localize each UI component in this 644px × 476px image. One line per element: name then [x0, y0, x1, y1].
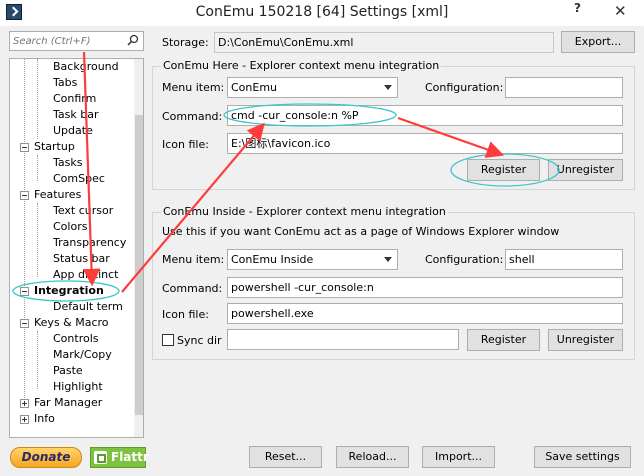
save-settings-button[interactable]: Save settings	[534, 446, 631, 468]
inside-configuration-field[interactable]: shell	[505, 249, 623, 270]
tree-guide-line	[37, 331, 38, 389]
register-button[interactable]: Register	[467, 159, 540, 181]
tree-item-highlight[interactable]: Highlight	[53, 379, 103, 395]
export-button[interactable]: Export...	[561, 31, 635, 53]
menu-item-label: Menu item:	[162, 81, 225, 94]
inside-icon-file-field[interactable]: powershell.exe	[227, 303, 623, 324]
tree-item-mark-copy[interactable]: Mark/Copy	[53, 347, 112, 363]
expand-icon[interactable]	[20, 399, 29, 408]
unregister-button[interactable]: Unregister	[548, 159, 623, 181]
settings-tree[interactable]: Background Tabs Confirm Task bar Update …	[9, 58, 144, 438]
icon-file-field[interactable]: E:\图标\favicon.ico	[227, 133, 623, 154]
title-bar: ConEmu 150218 [64] Settings [xml] ? ✕	[0, 0, 644, 26]
inside-menu-item-select[interactable]: ConEmu Inside	[227, 249, 398, 270]
tree-guide-line	[37, 155, 38, 181]
collapse-icon[interactable]	[20, 143, 29, 152]
tree-scrollbar[interactable]	[134, 59, 143, 437]
import-button[interactable]: Import...	[422, 446, 495, 468]
reload-button[interactable]: Reload...	[336, 446, 409, 468]
tree-item-startup[interactable]: Startup	[34, 139, 75, 155]
tree-item-confirm[interactable]: Confirm	[53, 91, 96, 107]
collapse-icon[interactable]	[20, 319, 29, 328]
tree-item-integration[interactable]: Integration	[34, 283, 104, 299]
inside-icon-file-label: Icon file:	[162, 308, 209, 321]
tree-item-features[interactable]: Features	[34, 187, 81, 203]
icon-file-label: Icon file:	[162, 138, 209, 151]
tree-item-transparency[interactable]: Transparency	[53, 235, 126, 251]
collapse-icon[interactable]	[20, 287, 29, 296]
tree-item-keys-macro[interactable]: Keys & Macro	[34, 315, 109, 331]
storage-path-field[interactable]: D:\ConEmu\ConEmu.xml	[214, 32, 554, 53]
group-legend: ConEmu Here - Explorer context menu inte…	[161, 59, 442, 72]
tree-item-text-cursor[interactable]: Text cursor	[53, 203, 113, 219]
chevron-down-icon	[384, 85, 392, 90]
tree-item-controls[interactable]: Controls	[53, 331, 99, 347]
inside-description: Use this if you want ConEmu act as a pag…	[162, 225, 560, 238]
help-icon[interactable]: ?	[574, 1, 581, 15]
command-field[interactable]: cmd -cur_console:n %P	[227, 105, 623, 126]
inside-register-button[interactable]: Register	[467, 329, 540, 351]
sync-dir-label: Sync dir	[177, 334, 222, 347]
donate-button[interactable]: Donate	[10, 447, 82, 468]
tree-item-tasks[interactable]: Tasks	[53, 155, 82, 171]
chevron-down-icon	[384, 257, 392, 262]
tree-item-paste[interactable]: Paste	[53, 363, 83, 379]
sync-dir-checkbox[interactable]	[162, 334, 174, 346]
expand-icon[interactable]	[20, 415, 29, 424]
tree-guide-line	[24, 59, 25, 404]
flattr-label: Flattr	[111, 450, 149, 464]
scrollbar-thumb[interactable]	[135, 115, 143, 415]
inside-menu-item-value: ConEmu Inside	[231, 253, 314, 266]
close-icon[interactable]: ✕	[614, 2, 627, 20]
configuration-field[interactable]	[505, 77, 623, 98]
tree-guide-line	[37, 203, 38, 277]
flattr-button[interactable]: Flattr	[90, 447, 149, 468]
menu-item-select[interactable]: ConEmu	[227, 77, 398, 98]
reset-button[interactable]: Reset...	[249, 446, 322, 468]
tree-item-info[interactable]: Info	[34, 411, 55, 427]
tree-item-tabs[interactable]: Tabs	[53, 75, 77, 91]
menu-item-value: ConEmu	[231, 81, 278, 94]
inside-unregister-button[interactable]: Unregister	[548, 329, 623, 351]
flattr-icon	[94, 451, 107, 464]
tree-item-task-bar[interactable]: Task bar	[53, 107, 98, 123]
search-box[interactable]	[9, 31, 144, 51]
tree-item-status-bar[interactable]: Status bar	[53, 251, 110, 267]
tree-guide-line	[37, 59, 38, 139]
search-icon[interactable]	[127, 34, 139, 46]
inside-configuration-label: Configuration:	[425, 253, 504, 266]
search-input[interactable]	[10, 32, 120, 50]
tree-item-app-distinct[interactable]: App distinct	[53, 267, 118, 283]
inside-command-field[interactable]: powershell -cur_console:n	[227, 277, 623, 298]
inside-menu-item-label: Menu item:	[162, 253, 225, 266]
tree-item-comspec[interactable]: ComSpec	[53, 171, 105, 187]
tree-item-update[interactable]: Update	[53, 123, 93, 139]
tree-item-default-term[interactable]: Default term	[53, 299, 123, 315]
inside-command-label: Command:	[162, 282, 223, 295]
configuration-label: Configuration:	[425, 81, 504, 94]
tree-item-far-manager[interactable]: Far Manager	[34, 395, 102, 411]
group-legend: ConEmu Inside - Explorer context menu in…	[161, 205, 448, 218]
tree-item-colors[interactable]: Colors	[53, 219, 87, 235]
window-title: ConEmu 150218 [64] Settings [xml]	[195, 4, 449, 20]
collapse-icon[interactable]	[20, 191, 29, 200]
sync-dir-field[interactable]	[227, 329, 459, 350]
command-label: Command:	[162, 110, 223, 123]
tree-item-background[interactable]: Background	[53, 59, 119, 75]
storage-label: Storage:	[162, 36, 209, 49]
